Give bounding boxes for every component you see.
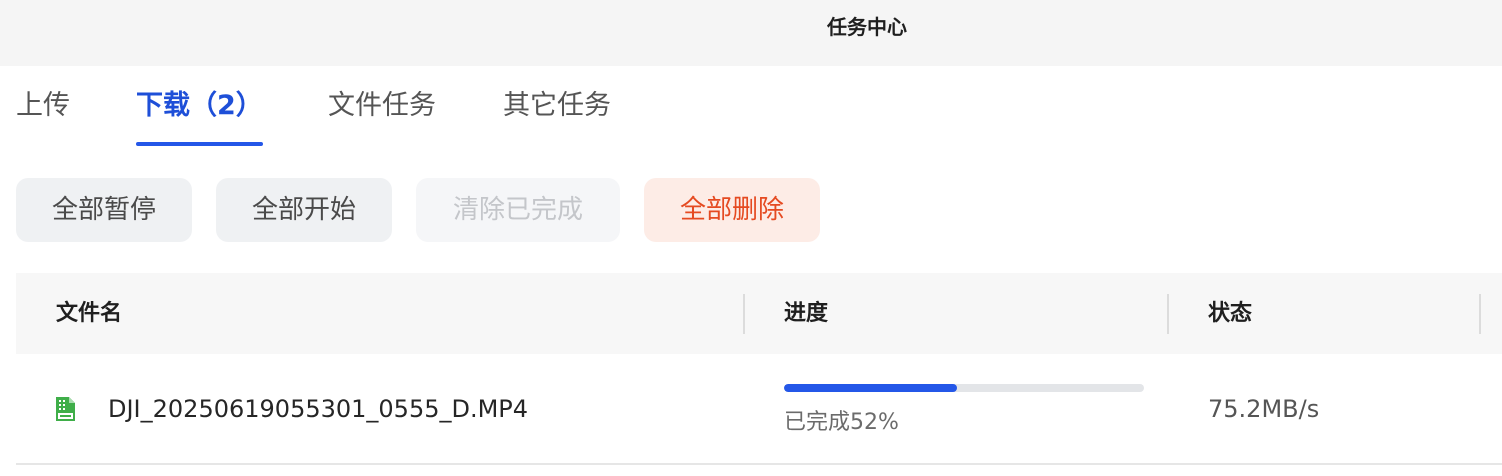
- download-speed: 75.2MB/s: [1208, 395, 1320, 423]
- tab-upload-label: 上传: [16, 90, 70, 121]
- delete-all-button[interactable]: 全部删除: [644, 178, 820, 242]
- tab-upload[interactable]: 上传: [16, 66, 70, 146]
- tab-other-tasks-label: 其它任务: [503, 90, 611, 121]
- column-header-progress: 进度: [784, 301, 829, 326]
- column-header-status: 状态: [1208, 301, 1253, 326]
- table-header: 文件名 进度 状态: [16, 273, 1502, 354]
- download-table: 文件名 进度 状态 DJI_20250619055301_0555_D.MP4 …: [16, 273, 1502, 466]
- video-file-icon: [56, 397, 75, 421]
- column-resize-handle[interactable]: [1479, 294, 1481, 334]
- window-title: 任务中心: [827, 15, 907, 39]
- clear-completed-button[interactable]: 清除已完成: [416, 178, 620, 242]
- tab-other-tasks[interactable]: 其它任务: [503, 66, 611, 146]
- file-name: DJI_20250619055301_0555_D.MP4: [108, 395, 529, 423]
- progress-bar: [784, 384, 1144, 392]
- column-resize-handle[interactable]: [743, 294, 745, 334]
- tab-file-tasks-label: 文件任务: [328, 90, 436, 121]
- column-header-filename: 文件名: [56, 301, 123, 326]
- progress-bar-fill: [784, 384, 957, 392]
- column-resize-handle[interactable]: [1167, 294, 1169, 334]
- tab-bar: 上传 下载（2） 文件任务 其它任务: [0, 66, 1502, 146]
- pause-all-button[interactable]: 全部暂停: [16, 178, 192, 242]
- tab-download-label: 下载（2）: [136, 90, 263, 121]
- toolbar: 全部暂停 全部开始 清除已完成 全部删除: [0, 178, 1502, 242]
- active-tab-indicator: [136, 142, 263, 146]
- title-bar: 任务中心: [0, 0, 1502, 66]
- progress-text: 已完成52%: [784, 410, 899, 435]
- tab-download[interactable]: 下载（2）: [136, 66, 263, 146]
- start-all-button[interactable]: 全部开始: [216, 178, 392, 242]
- tab-file-tasks[interactable]: 文件任务: [328, 66, 436, 146]
- table-row[interactable]: DJI_20250619055301_0555_D.MP4 已完成52% 75.…: [16, 354, 1502, 465]
